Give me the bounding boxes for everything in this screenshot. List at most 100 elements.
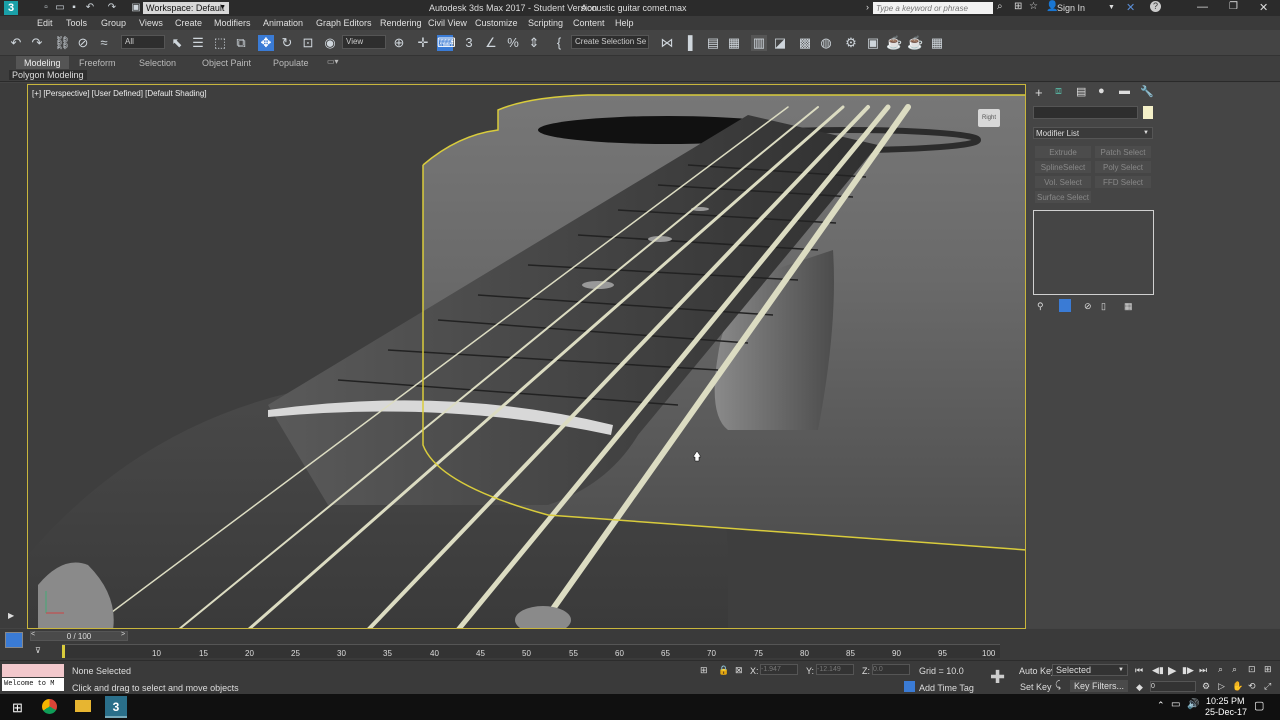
workspace-dropdown[interactable]: Workspace: Default ▼ — [143, 2, 229, 14]
menu-item-customize[interactable]: Customize — [475, 18, 518, 28]
minimize-icon[interactable]: — — [1197, 1, 1208, 13]
perspective-viewport[interactable]: [+] [Perspective] [User Defined] [Defaul… — [27, 84, 1026, 629]
mirror-icon[interactable]: ⋈ — [659, 35, 675, 51]
3dsmax-taskbar-icon[interactable]: 3 — [105, 696, 127, 718]
chevron-down-icon[interactable]: ▼ — [1108, 4, 1115, 11]
modifier-spline-select-button[interactable]: SplineSelect — [1035, 161, 1091, 173]
scene-explorer-icon[interactable]: ▤ — [705, 35, 721, 51]
communication-center-icon[interactable]: ⊞ — [1014, 1, 1022, 12]
time-config-icon[interactable]: ⚙ — [1202, 681, 1210, 692]
save-file-icon[interactable]: ▪ — [66, 0, 82, 16]
next-frame-icon[interactable]: ▮▶ — [1182, 665, 1194, 676]
pan-hand-icon[interactable]: ✋ — [1232, 681, 1243, 692]
reference-coordinate-dropdown[interactable]: View — [342, 35, 386, 49]
filter-icon[interactable]: ⊽ — [35, 646, 41, 655]
search-input[interactable] — [873, 2, 993, 14]
object-name-field[interactable] — [1033, 106, 1138, 119]
time-marker[interactable] — [62, 645, 65, 658]
mini-curve-editor-icon[interactable] — [5, 632, 23, 648]
modifier-ffd-select-button[interactable]: FFD Select — [1095, 176, 1151, 188]
prev-frame-icon[interactable]: ◀▮ — [1152, 665, 1164, 676]
schematic-view-icon[interactable]: ▩ — [797, 35, 813, 51]
snaps-toggle-icon[interactable]: 3 — [461, 35, 477, 51]
angle-snap-icon[interactable]: ∠ — [483, 35, 499, 51]
pivot-center-icon[interactable]: ⊕ — [391, 35, 407, 51]
menu-item-create[interactable]: Create — [175, 18, 202, 28]
menu-item-edit[interactable]: Edit — [37, 18, 53, 28]
named-selection-dropdown[interactable]: Create Selection Se — [571, 35, 649, 49]
track-bar[interactable]: 10 15 20 25 30 35 40 45 50 55 60 65 70 7… — [62, 644, 1000, 658]
menu-item-scripting[interactable]: Scripting — [528, 18, 563, 28]
zoom-all-icon[interactable]: ⌕ — [1232, 664, 1237, 675]
restore-icon[interactable]: ❐ — [1229, 1, 1238, 12]
configure-modifier-sets-icon[interactable]: ▦ — [1124, 301, 1133, 312]
zoom-extents-icon[interactable]: ⊡ — [1248, 664, 1256, 675]
select-by-name-icon[interactable]: ☰ — [190, 35, 206, 51]
object-color-swatch[interactable] — [1143, 106, 1153, 119]
select-manipulate-icon[interactable]: ✛ — [415, 35, 431, 51]
menu-item-civil-view[interactable]: Civil View — [428, 18, 467, 28]
curve-editor-icon[interactable]: ◪ — [772, 35, 788, 51]
key-mode-toggle-icon[interactable]: ◆ — [1136, 682, 1143, 693]
play-icon[interactable]: ▶ — [1168, 664, 1176, 677]
next-frame-arrow-icon[interactable]: > — [121, 631, 125, 638]
render-production-icon[interactable]: ☕ — [886, 35, 902, 51]
make-unique-icon[interactable]: ⊘ — [1084, 301, 1092, 312]
pin-stack-icon[interactable]: ⚲ — [1037, 301, 1044, 312]
modifier-poly-select-button[interactable]: Poly Select — [1095, 161, 1151, 173]
close-x-icon[interactable]: ✕ — [1126, 1, 1135, 14]
set-key-button[interactable]: Set Key — [1020, 682, 1052, 692]
tab-freeform[interactable]: Freeform — [79, 58, 116, 68]
expand-arrow-icon[interactable]: ▶ — [8, 611, 14, 620]
layer-explorer-icon[interactable]: ▦ — [726, 35, 742, 51]
modifier-extrude-button[interactable]: Extrude — [1035, 146, 1091, 158]
key-filters-button[interactable]: Key Filters... — [1070, 680, 1128, 692]
bind-space-warp-icon[interactable]: ≈ — [96, 35, 112, 51]
key-selection-dropdown[interactable]: Selected ▼ — [1052, 664, 1128, 676]
percent-snap-icon[interactable]: % — [505, 35, 521, 51]
undo-icon[interactable]: ↶ — [8, 35, 24, 51]
go-to-end-icon[interactable]: ⏭ — [1199, 665, 1207, 676]
modifier-stack-list[interactable] — [1033, 210, 1154, 295]
help-icon[interactable]: ? — [1150, 1, 1161, 12]
menu-item-tools[interactable]: Tools — [66, 18, 87, 28]
lock-selection-icon[interactable]: 🔒 — [718, 665, 729, 676]
tab-selection[interactable]: Selection — [139, 58, 176, 68]
spinner-snap-icon[interactable]: ⇕ — [526, 35, 542, 51]
orbit-icon[interactable]: ⟲ — [1248, 681, 1256, 692]
undo-icon[interactable]: ↶ — [82, 0, 98, 16]
link-icon[interactable]: ⛓ — [54, 35, 71, 51]
clock-date[interactable]: 25-Dec-17 — [1205, 707, 1247, 717]
chrome-icon[interactable] — [42, 699, 57, 714]
field-of-view-icon[interactable]: ▷ — [1218, 681, 1225, 692]
absolute-mode-icon[interactable]: ⊠ — [735, 665, 743, 676]
selection-filter-dropdown[interactable]: All — [121, 35, 165, 49]
action-center-icon[interactable]: ▢ — [1254, 699, 1264, 712]
modifier-list-dropdown[interactable]: Modifier List ▼ — [1033, 127, 1153, 139]
maxscript-listener-pink[interactable] — [2, 664, 64, 677]
volume-icon[interactable]: 🔊 — [1187, 699, 1199, 710]
add-time-tag[interactable]: Add Time Tag — [919, 683, 974, 693]
modifier-vol-select-button[interactable]: Vol. Select — [1035, 176, 1091, 188]
rectangular-selection-icon[interactable]: ⬚ — [212, 35, 228, 51]
select-object-icon[interactable]: ⬉ — [169, 35, 185, 51]
hierarchy-tab-icon[interactable]: ▤ — [1076, 85, 1086, 98]
maxscript-mini-listener[interactable]: Welcome to M — [2, 678, 64, 691]
sign-in-link[interactable]: Sign In — [1057, 3, 1085, 13]
go-to-start-icon[interactable]: ⏮ — [1135, 665, 1143, 676]
material-editor-icon[interactable]: ◍ — [818, 35, 834, 51]
windows-start-icon[interactable]: ⊞ — [12, 700, 23, 716]
rendered-frame-icon[interactable]: ▣ — [865, 35, 881, 51]
render-setup-icon[interactable]: ⚙ — [843, 35, 859, 51]
ribbon-options-icon[interactable]: ▭▾ — [327, 57, 339, 66]
close-window-icon[interactable]: ✕ — [1259, 1, 1268, 14]
zoom-icon[interactable]: ⌕ — [1218, 664, 1223, 675]
menu-item-group[interactable]: Group — [101, 18, 126, 28]
move-icon[interactable]: ✥ — [258, 35, 274, 51]
modifier-patch-select-button[interactable]: Patch Select — [1095, 146, 1151, 158]
modify-tab-icon[interactable]: ⧈ — [1055, 85, 1062, 98]
viewport-label[interactable]: [+] [Perspective] [User Defined] [Defaul… — [32, 89, 207, 98]
app-logo-icon[interactable]: 3 — [4, 1, 18, 15]
motion-tab-icon[interactable]: ● — [1098, 85, 1105, 97]
project-folder-icon[interactable]: ▣ — [128, 0, 144, 16]
